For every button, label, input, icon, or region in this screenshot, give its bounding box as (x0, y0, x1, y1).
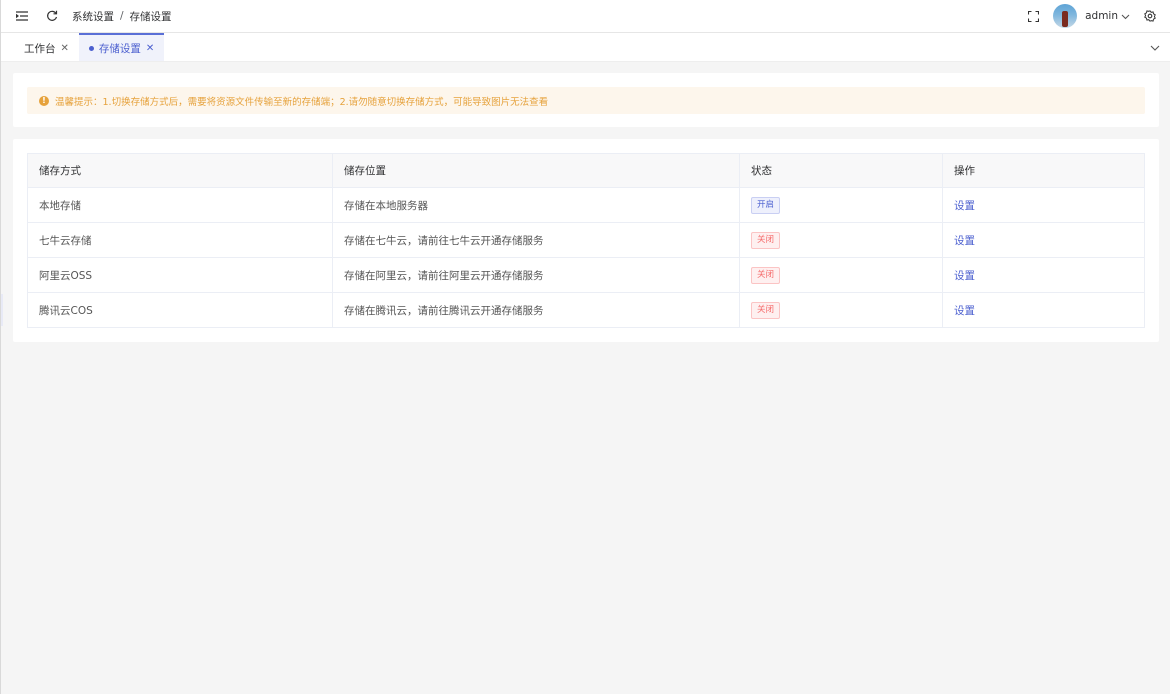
storage-location: 存储在阿里云，请前往阿里云开通存储服务 (332, 257, 740, 293)
column-header: 储存位置 (332, 153, 740, 188)
main-content: ! 温馨提示：1.切换存储方式后，需要将资源文件传输至新的存储端；2.请勿随意切… (1, 62, 1170, 342)
breadcrumb-item-system[interactable]: 系统设置 (72, 9, 114, 24)
tab-workbench[interactable]: 工作台 ✕ (14, 33, 79, 61)
status-badge: 关闭 (751, 231, 781, 249)
status-cell: 关闭 (739, 292, 943, 328)
close-icon[interactable]: ✕ (146, 43, 154, 54)
breadcrumb-separator: / (120, 10, 124, 22)
tab-bar: 工作台 ✕ 存储设置 ✕ (1, 33, 1170, 62)
action-cell: 设置 (942, 292, 1145, 328)
tab-storage-settings[interactable]: 存储设置 ✕ (78, 33, 165, 61)
tab-label: 存储设置 (98, 42, 141, 55)
refresh-icon[interactable] (44, 8, 60, 24)
tab-label: 工作台 (24, 42, 56, 55)
gear-icon[interactable] (1142, 8, 1158, 24)
column-header: 储存方式 (27, 153, 333, 188)
fullscreen-icon[interactable] (1025, 8, 1041, 24)
alert-text: 温馨提示：1.切换存储方式后，需要将资源文件传输至新的存储端；2.请勿随意切换存… (55, 96, 549, 108)
status-cell: 开启 (739, 187, 943, 223)
chevron-down-icon[interactable] (1150, 41, 1160, 54)
settings-link[interactable]: 设置 (954, 200, 975, 212)
settings-link[interactable]: 设置 (954, 235, 975, 247)
user-name[interactable]: admin (1085, 10, 1118, 22)
status-badge: 关闭 (751, 266, 781, 284)
action-cell: 设置 (942, 187, 1145, 223)
top-header: 系统设置 / 存储设置 admin (1, 0, 1170, 33)
notice-card: ! 温馨提示：1.切换存储方式后，需要将资源文件传输至新的存储端；2.请勿随意切… (13, 73, 1159, 127)
warning-alert: ! 温馨提示：1.切换存储方式后，需要将资源文件传输至新的存储端；2.请勿随意切… (27, 87, 1145, 114)
app-root: 系统设置 / 存储设置 admin 工作台 ✕ 存储设置 ✕ ! 温馨提示：1.… (0, 0, 1170, 694)
table-header-row: 储存方式 储存位置 状态 操作 (27, 153, 1145, 188)
table-row: 腾讯云COS 存储在腾讯云，请前往腾讯云开通存储服务 关闭 设置 (27, 292, 1145, 328)
action-cell: 设置 (942, 257, 1145, 293)
breadcrumb: 系统设置 / 存储设置 (72, 9, 172, 24)
close-icon[interactable]: ✕ (61, 43, 69, 54)
status-badge: 关闭 (751, 301, 781, 319)
settings-link[interactable]: 设置 (954, 270, 975, 282)
column-header: 状态 (739, 153, 943, 188)
storage-method: 阿里云OSS (27, 257, 333, 293)
avatar[interactable] (1053, 4, 1078, 28)
status-cell: 关闭 (739, 222, 943, 258)
storage-location: 存储在腾讯云，请前往腾讯云开通存储服务 (332, 292, 740, 328)
active-dot-icon (88, 45, 94, 51)
table-row: 七牛云存储 存储在七牛云，请前往七牛云开通存储服务 关闭 设置 (27, 222, 1145, 258)
breadcrumb-item-storage: 存储设置 (129, 10, 172, 23)
storage-table-card: 储存方式 储存位置 状态 操作 本地存储 存储在本地服务器 开启 设置 七牛云存… (13, 139, 1159, 342)
storage-method: 本地存储 (27, 187, 333, 223)
column-header: 操作 (942, 153, 1145, 188)
action-cell: 设置 (942, 222, 1145, 258)
status-cell: 关闭 (739, 257, 943, 293)
sidebar-edge-marker (1, 294, 3, 326)
storage-method: 腾讯云COS (27, 292, 333, 328)
warning-icon: ! (39, 95, 49, 106)
storage-table: 储存方式 储存位置 状态 操作 本地存储 存储在本地服务器 开启 设置 七牛云存… (27, 153, 1145, 328)
storage-location: 存储在本地服务器 (332, 187, 740, 223)
storage-location: 存储在七牛云，请前往七牛云开通存储服务 (332, 222, 740, 258)
table-row: 阿里云OSS 存储在阿里云，请前往阿里云开通存储服务 关闭 设置 (27, 257, 1145, 293)
settings-link[interactable]: 设置 (954, 305, 975, 317)
chevron-down-icon[interactable] (1121, 10, 1130, 23)
header-right: admin (1025, 4, 1158, 28)
storage-method: 七牛云存储 (27, 222, 333, 258)
status-badge: 开启 (751, 196, 781, 214)
table-row: 本地存储 存储在本地服务器 开启 设置 (27, 187, 1145, 223)
menu-fold-icon[interactable] (14, 8, 30, 24)
